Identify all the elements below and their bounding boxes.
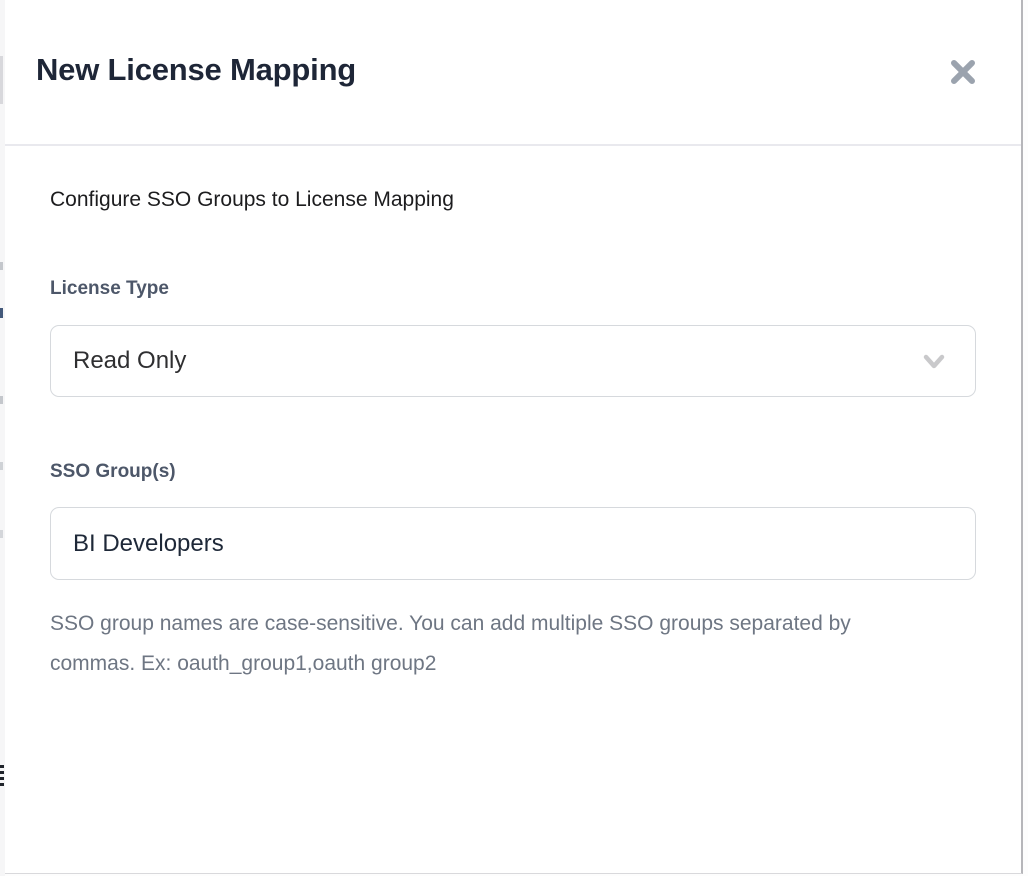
- close-button[interactable]: [945, 54, 981, 90]
- menu-icon-fragment: [0, 765, 4, 789]
- screen: New License Mapping Configure SSO Groups…: [0, 0, 1028, 876]
- license-type-select[interactable]: Read Only: [50, 325, 976, 397]
- underlying-page-fragment: [0, 262, 3, 270]
- section-heading: Configure SSO Groups to License Mapping: [50, 188, 976, 212]
- sso-groups-label: SSO Group(s): [50, 461, 976, 483]
- sso-groups-help-text: SSO group names are case-sensitive. You …: [50, 604, 895, 684]
- underlying-page-fragment: [0, 396, 3, 404]
- underlying-page-fragment: [0, 530, 3, 538]
- close-icon: [947, 56, 979, 88]
- dialog-body: Configure SSO Groups to License Mapping …: [5, 188, 1021, 684]
- chevron-down-icon: [919, 346, 949, 376]
- underlying-page-fragment: [0, 308, 3, 318]
- dialog-title: New License Mapping: [36, 52, 356, 92]
- dialog-header: New License Mapping: [5, 0, 1021, 146]
- underlying-page-fragment: [0, 56, 3, 104]
- underlying-page-fragment: [0, 462, 3, 470]
- license-type-label: License Type: [50, 278, 976, 300]
- license-type-selected-value: Read Only: [73, 347, 186, 375]
- sso-groups-input[interactable]: [50, 507, 976, 580]
- new-license-mapping-dialog: New License Mapping Configure SSO Groups…: [5, 0, 1023, 874]
